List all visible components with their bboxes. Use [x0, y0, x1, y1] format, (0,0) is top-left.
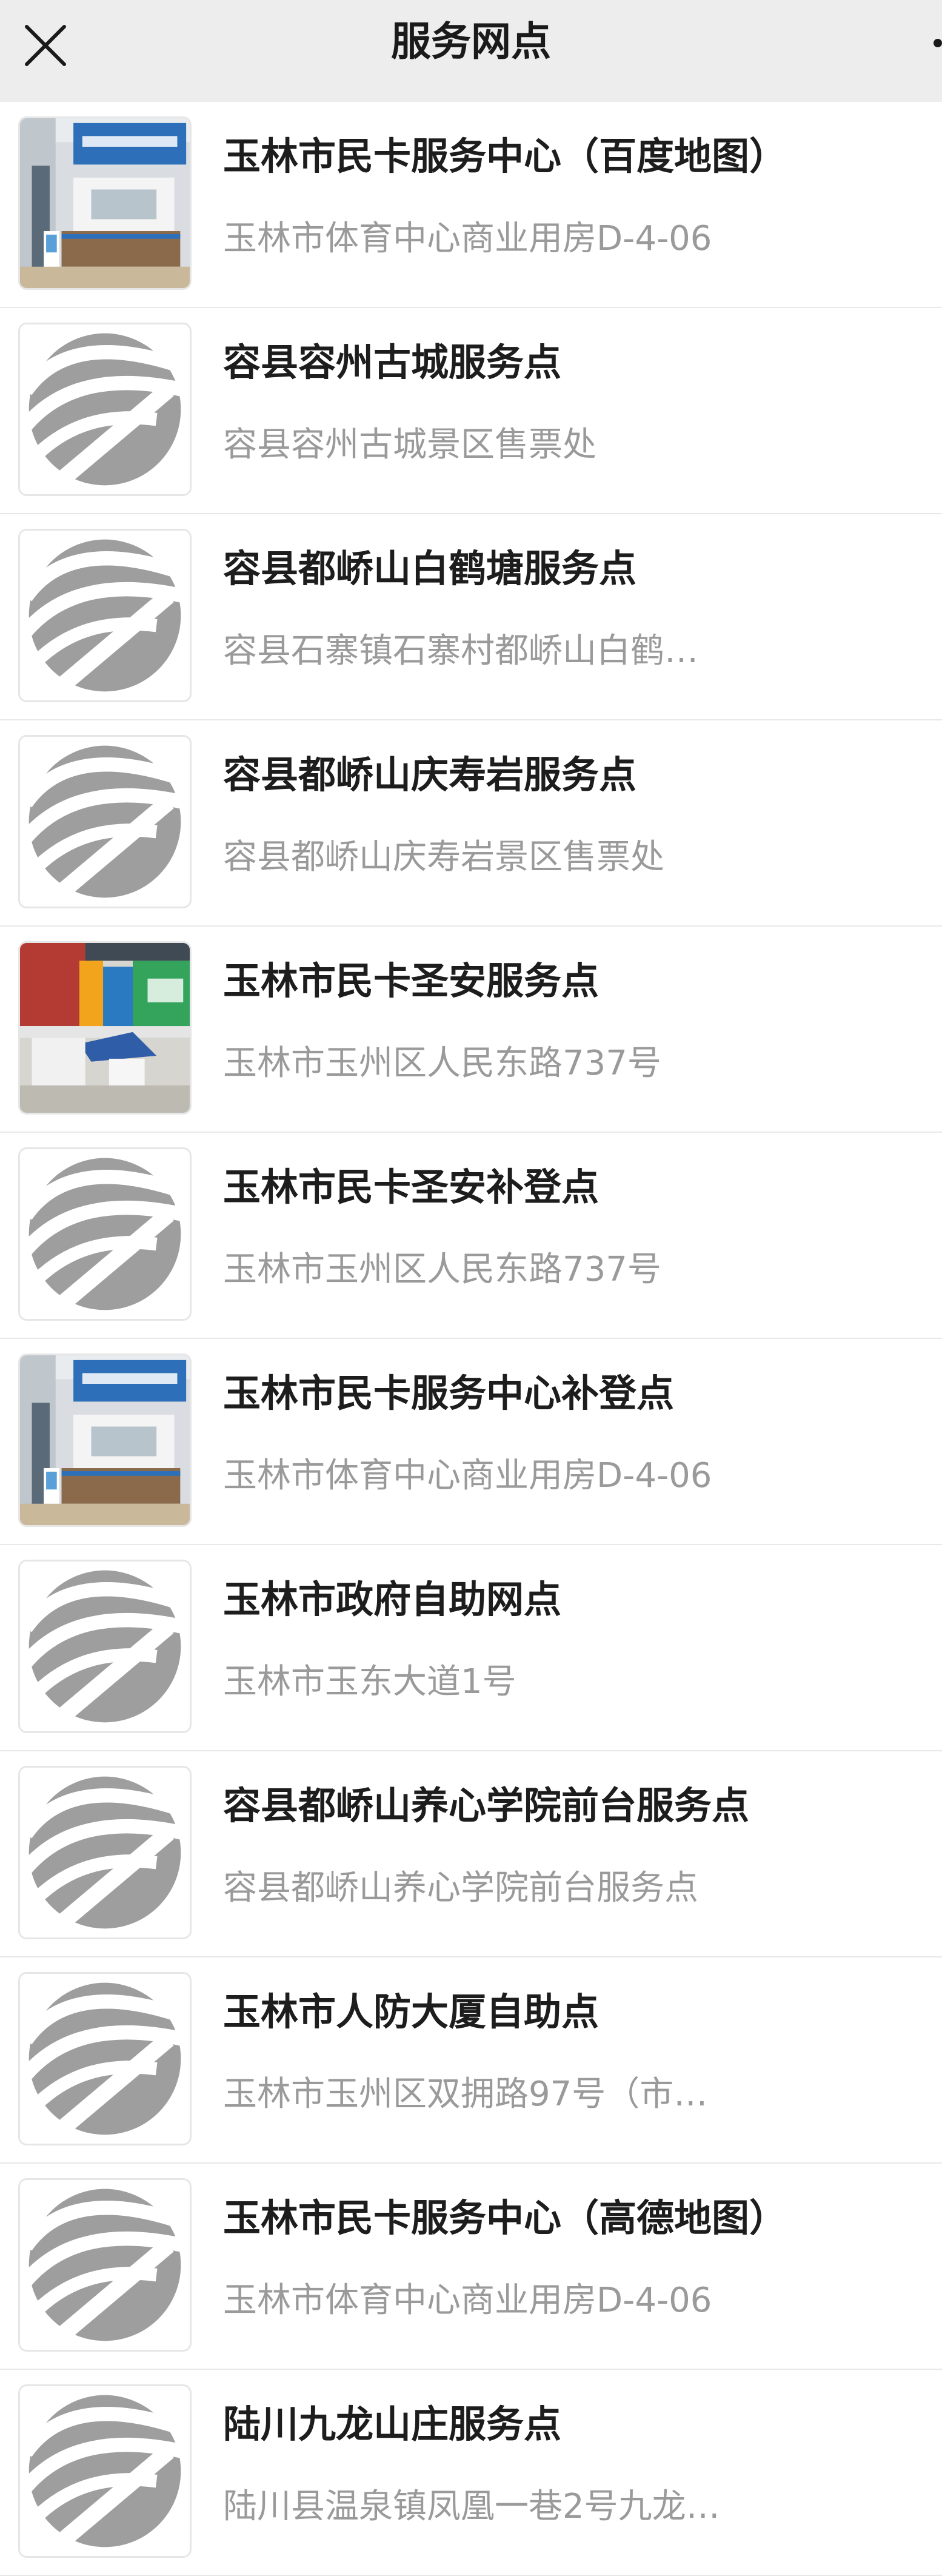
- logo-placeholder-icon: [18, 2384, 192, 2558]
- location-name: 容县都峤山庆寿岩服务点: [223, 753, 637, 797]
- list-item[interactable]: 玉林市民卡圣安服务点玉林市玉州区人民东路737号: [0, 927, 942, 1133]
- location-name: 容县容州古城服务点: [223, 340, 562, 384]
- list-item[interactable]: 玉林市人防大厦自助点玉林市玉州区双拥路97号（市…: [0, 1957, 942, 2164]
- list-item[interactable]: 容县容州古城服务点容县容州古城景区售票处: [0, 308, 942, 514]
- location-name: 玉林市民卡服务中心补登点: [223, 1371, 675, 1415]
- logo-placeholder-icon: [18, 529, 192, 702]
- list-item[interactable]: 陆川九龙山庄服务点陆川县温泉镇凤凰一巷2号九龙…: [0, 2370, 942, 2576]
- location-address: 玉林市玉州区双拥路97号（市…: [223, 2075, 708, 2114]
- location-address: 容县容州古城景区售票处: [223, 425, 596, 465]
- location-address: 容县都峤山庆寿岩景区售票处: [223, 837, 664, 877]
- list-item[interactable]: 玉林市民卡服务中心（百度地图） 玉林市体育中心商业用房D-4-06: [0, 102, 942, 308]
- close-icon[interactable]: [18, 18, 73, 73]
- page-title: 服务网点: [391, 18, 551, 65]
- logo-placeholder-icon: [18, 1972, 192, 2145]
- list-item[interactable]: 玉林市民卡服务中心（高德地图） 玉林市体育中心商业用房D-4-06: [0, 2164, 942, 2370]
- location-name: 玉林市民卡服务中心（百度地图）: [223, 134, 787, 178]
- location-name: 容县都峤山养心学院前台服务点: [223, 1783, 750, 1828]
- location-name: 玉林市政府自助网点: [223, 1577, 562, 1622]
- location-name: 玉林市民卡服务中心（高德地图）: [223, 2196, 787, 2240]
- location-address: 玉林市玉州区人民东路737号: [223, 1044, 661, 1083]
- logo-placeholder-icon: [18, 2178, 192, 2352]
- location-address: 容县石寨镇石寨村都峤山白鹤…: [223, 631, 698, 671]
- location-name: 容县都峤山白鹤塘服务点: [223, 546, 637, 591]
- location-address: 玉林市玉东大道1号: [223, 1662, 516, 1702]
- list-item[interactable]: 玉林市民卡服务中心补登点玉林市体育中心商业用房D-4-06: [0, 1339, 942, 1545]
- service-location-list: 玉林市民卡服务中心（百度地图） 玉林市体育中心商业用房D-4-06 容县容州古城服务…: [0, 102, 942, 2576]
- logo-placeholder-icon: [18, 1766, 192, 1939]
- location-name: 玉林市民卡圣安服务点: [223, 959, 600, 1003]
- list-item[interactable]: 玉林市民卡圣安补登点玉林市玉州区人民东路737号: [0, 1133, 942, 1339]
- location-address: 玉林市体育中心商业用房D-4-06: [223, 219, 712, 258]
- logo-placeholder-icon: [18, 323, 192, 496]
- location-photo: [18, 941, 192, 1115]
- logo-placeholder-icon: [18, 1560, 192, 1733]
- list-item[interactable]: 容县都峤山养心学院前台服务点 容县都峤山养心学院前台服务点: [0, 1751, 942, 1957]
- location-name: 玉林市民卡圣安补登点: [223, 1165, 600, 1209]
- location-address: 容县都峤山养心学院前台服务点: [223, 1868, 698, 1908]
- list-item[interactable]: 玉林市政府自助网点玉林市玉东大道1号: [0, 1545, 942, 1751]
- location-photo: [18, 1353, 192, 1527]
- location-photo: [18, 116, 192, 290]
- close-button[interactable]: [18, 18, 73, 73]
- list-item[interactable]: 容县都峤山庆寿岩服务点容县都峤山庆寿岩景区售票处: [0, 720, 942, 927]
- logo-placeholder-icon: [18, 1147, 192, 1321]
- location-address: 陆川县温泉镇凤凰一巷2号九龙…: [223, 2487, 720, 2526]
- location-name: 陆川九龙山庄服务点: [223, 2402, 562, 2446]
- list-item[interactable]: 容县都峤山白鹤塘服务点容县石寨镇石寨村都峤山白鹤…: [0, 514, 942, 720]
- location-address: 玉林市玉州区人民东路737号: [223, 1250, 661, 1289]
- location-address: 玉林市体育中心商业用房D-4-06: [223, 1456, 712, 1495]
- location-name: 玉林市人防大厦自助点: [223, 1990, 600, 2034]
- location-address: 玉林市体育中心商业用房D-4-06: [223, 2281, 712, 2320]
- navigation-bar: 服务网点: [0, 0, 942, 102]
- logo-placeholder-icon: [18, 735, 192, 908]
- more-icon[interactable]: [934, 39, 942, 47]
